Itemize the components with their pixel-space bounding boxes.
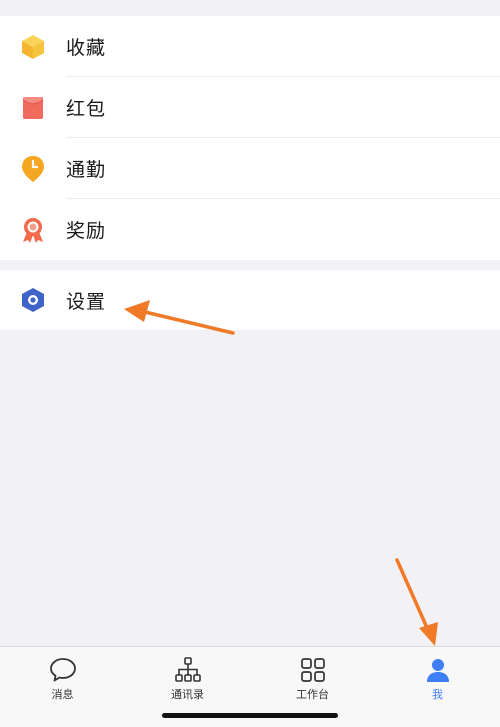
commute-clock-pin-icon	[19, 155, 47, 183]
menu-item-commute[interactable]: 通勤	[0, 138, 500, 199]
tab-label: 我	[432, 688, 443, 701]
menu-item-label: 收藏	[66, 37, 107, 59]
tab-me[interactable]: 我	[375, 655, 500, 707]
menu-group-settings: 设置	[0, 270, 500, 330]
person-icon	[423, 655, 453, 685]
menu-item-reward[interactable]: 奖励	[0, 199, 500, 260]
settings-hexagon-icon	[19, 286, 47, 314]
tab-workbench[interactable]: 工作台	[250, 655, 375, 707]
annotation-arrow-me-tab	[395, 558, 438, 646]
message-bubble-icon	[48, 655, 78, 685]
menu-group-primary: 收藏 红包 通勤 奖励	[0, 16, 500, 260]
menu-item-favorites[interactable]: 收藏	[0, 16, 500, 77]
grid-icon	[298, 655, 328, 685]
reward-medal-icon	[19, 216, 47, 244]
favorites-box-icon	[19, 33, 47, 61]
tab-messages[interactable]: 消息	[0, 655, 125, 707]
org-chart-icon	[173, 655, 203, 685]
home-indicator	[162, 713, 338, 718]
menu-item-label: 红包	[66, 98, 107, 120]
menu-item-label: 奖励	[66, 220, 107, 242]
tab-label: 通讯录	[171, 688, 204, 701]
tab-label: 工作台	[296, 688, 329, 701]
menu-item-settings[interactable]: 设置	[0, 270, 500, 330]
tab-label: 消息	[51, 688, 74, 701]
menu-item-label: 设置	[66, 290, 107, 313]
tab-contacts[interactable]: 通讯录	[125, 655, 250, 707]
menu-item-red-packet[interactable]: 红包	[0, 77, 500, 138]
menu-item-label: 通勤	[66, 159, 107, 181]
red-packet-icon	[19, 94, 47, 122]
